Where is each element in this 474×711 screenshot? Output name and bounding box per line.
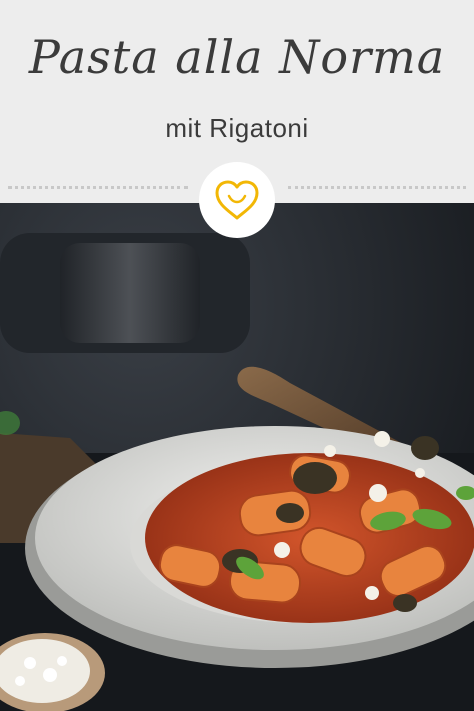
recipe-pin[interactable]: Pasta alla Norma mit Rigatoni — [0, 0, 474, 711]
recipe-subtitle: mit Rigatoni — [165, 113, 309, 143]
dotted-divider-right — [288, 186, 466, 189]
heart-logo-icon — [215, 180, 259, 220]
brand-badge — [199, 162, 275, 238]
pasta-dish-photo — [0, 203, 474, 711]
recipe-title: Pasta alla Norma — [28, 30, 446, 84]
dotted-divider-left — [8, 186, 188, 189]
